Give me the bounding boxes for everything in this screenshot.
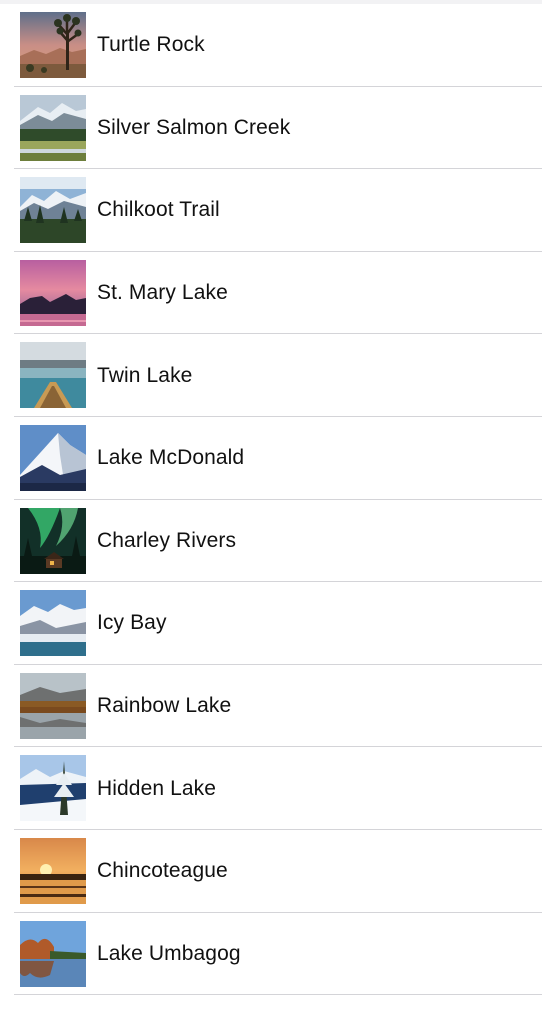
landmark-name: Twin Lake bbox=[97, 363, 193, 387]
landmark-name: Hidden Lake bbox=[97, 776, 217, 800]
landmark-name: Lake McDonald bbox=[97, 446, 245, 470]
thumbnail-image bbox=[20, 755, 86, 822]
landmark-name: Silver Salmon Creek bbox=[97, 115, 291, 139]
landmark-list: Turtle Rock Silver Salmon Creek Chilkoot… bbox=[0, 4, 542, 995]
landmark-name: Turtle Rock bbox=[97, 33, 205, 57]
list-item[interactable]: Twin Lake bbox=[0, 334, 542, 417]
list-item[interactable]: Lake McDonald bbox=[0, 417, 542, 500]
list-item[interactable]: Silver Salmon Creek bbox=[0, 87, 542, 170]
list-item[interactable]: Charley Rivers bbox=[0, 500, 542, 583]
thumbnail-image bbox=[20, 424, 86, 491]
list-item[interactable]: Rainbow Lake bbox=[0, 665, 542, 748]
list-item[interactable]: Turtle Rock bbox=[0, 4, 542, 87]
thumbnail-image bbox=[20, 342, 86, 409]
landmark-name: St. Mary Lake bbox=[97, 281, 228, 305]
thumbnail-image bbox=[20, 672, 86, 739]
landmark-name: Charley Rivers bbox=[97, 528, 237, 552]
thumbnail-image bbox=[20, 177, 86, 244]
landmark-name: Lake Umbagog bbox=[97, 941, 241, 965]
landmark-name: Chilkoot Trail bbox=[97, 198, 220, 222]
list-item[interactable]: Lake Umbagog bbox=[0, 913, 542, 996]
thumbnail-image bbox=[20, 12, 86, 78]
list-item[interactable]: Icy Bay bbox=[0, 582, 542, 665]
list-item[interactable]: Chilkoot Trail bbox=[0, 169, 542, 252]
thumbnail-image bbox=[20, 837, 86, 904]
list-item[interactable]: St. Mary Lake bbox=[0, 252, 542, 335]
thumbnail-image bbox=[20, 94, 86, 161]
list-item[interactable]: Hidden Lake bbox=[0, 747, 542, 830]
thumbnail-image bbox=[20, 920, 86, 987]
thumbnail-image bbox=[20, 590, 86, 657]
thumbnail-image bbox=[20, 259, 86, 326]
list-item[interactable]: Chincoteague bbox=[0, 830, 542, 913]
landmark-name: Chincoteague bbox=[97, 859, 228, 883]
landmark-name: Rainbow Lake bbox=[97, 694, 232, 718]
thumbnail-image bbox=[20, 507, 86, 574]
landmark-name: Icy Bay bbox=[97, 611, 167, 635]
